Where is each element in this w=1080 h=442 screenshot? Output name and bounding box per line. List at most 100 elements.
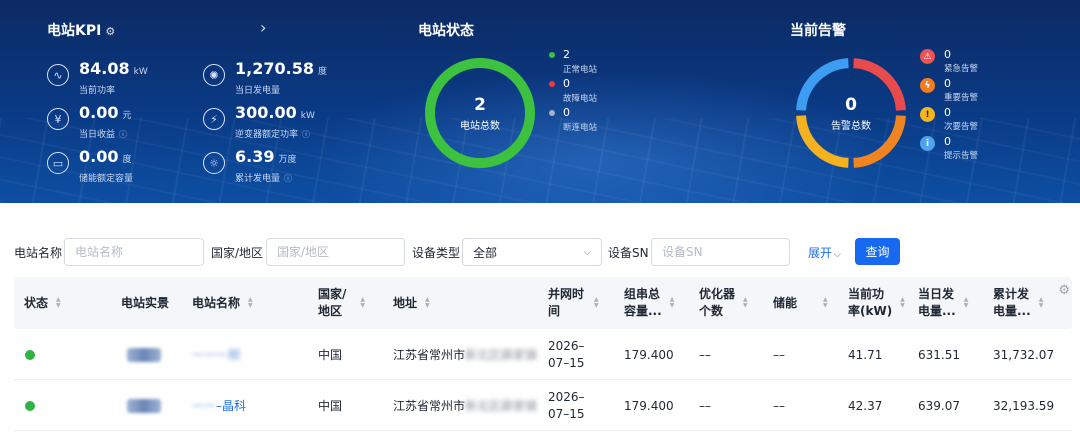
- kpi-settings-icon[interactable]: ⚙: [105, 25, 115, 38]
- table-row[interactable]: 一一 –晶科 中国 江苏省常州市 新北区薛家镇 2026– 07–15 179.400…: [14, 380, 1072, 431]
- cell-date: 07–15: [548, 355, 585, 370]
- legend-label: 故障电站: [563, 94, 598, 104]
- status-normal-icon: [25, 349, 35, 360]
- chevron-down-icon: ⌵: [834, 250, 841, 260]
- cell-capacity: 179.400: [624, 398, 674, 413]
- col-address[interactable]: 地址 ▲ ▼: [393, 277, 430, 329]
- sort-icon[interactable]: ▲ ▼: [823, 297, 828, 309]
- dashboard-banner: 电站KPI ⚙ › ∿ 84.08 kW 当前功率 ✺ 1,270.58 度 当日发电…: [0, 0, 1080, 203]
- kpi-value: 300.00: [235, 103, 297, 122]
- legend-label: 断连电站: [563, 123, 598, 133]
- info-icon[interactable]: ⓘ: [284, 174, 292, 183]
- alarm-label: 次要告警: [944, 122, 979, 132]
- col-status[interactable]: 状态 ▲ ▼: [24, 277, 61, 329]
- kpi-cumulative-energy: ☼ 6.39 万度 累计发电量 ⓘ: [203, 148, 297, 184]
- info-icon[interactable]: ⓘ: [302, 130, 310, 139]
- alarm-value: 0: [944, 48, 951, 61]
- sort-icon[interactable]: ▲ ▼: [360, 297, 365, 309]
- sort-icon[interactable]: ▲ ▼: [964, 297, 969, 309]
- cell-date: 2026–: [548, 338, 585, 353]
- alarm-hint: i 0 提示告警: [920, 135, 978, 161]
- device-sn-input[interactable]: [651, 238, 790, 266]
- alarm-total-label: 告警总数: [831, 120, 871, 132]
- sort-icon[interactable]: ▲ ▼: [900, 297, 905, 309]
- sort-icon[interactable]: ▲ ▼: [56, 297, 61, 309]
- expand-button[interactable]: 展开 ⌵: [808, 244, 841, 261]
- sort-icon[interactable]: ▲ ▼: [248, 297, 253, 309]
- device-type-label: 设备类型: [412, 246, 461, 260]
- kpi-next-chevron-icon[interactable]: ›: [260, 18, 266, 37]
- header-text: 电站实景: [121, 295, 170, 310]
- minor-alarm-icon: !: [920, 107, 935, 122]
- legend-value: 0: [563, 77, 570, 90]
- station-photo-thumbnail[interactable]: [127, 347, 161, 362]
- station-name-input[interactable]: [64, 238, 204, 266]
- alarm-value: 0: [944, 77, 951, 90]
- device-type-select[interactable]: 全部 ⌵: [462, 238, 602, 266]
- header-text: 当日发: [918, 287, 955, 301]
- alarm-total-value: 0: [845, 94, 857, 115]
- kpi-title: 电站KPI ⚙: [47, 20, 115, 40]
- green-dot-icon: [549, 52, 555, 58]
- col-storage[interactable]: 储能 ▲ ▼: [773, 277, 828, 329]
- column-settings-gear-icon[interactable]: ⚙: [1058, 283, 1070, 298]
- sort-icon[interactable]: ▲ ▼: [425, 297, 430, 309]
- col-optimizers[interactable]: 优化器 个数 ▲ ▼: [699, 277, 748, 329]
- sort-icon[interactable]: ▲ ▼: [670, 297, 675, 309]
- header-text: 电量...: [993, 304, 1031, 318]
- station-photo-thumbnail[interactable]: [127, 398, 161, 413]
- col-name[interactable]: 电站名称 ▲ ▼: [192, 277, 253, 329]
- col-current-power[interactable]: 当前功 率(kW) ▲ ▼: [848, 277, 905, 329]
- cell-address-redacted: 新北区薛家镇: [465, 399, 538, 413]
- col-photo: 电站实景: [121, 277, 169, 329]
- alarm-label: 提示告警: [944, 151, 979, 161]
- kpi-storage-capacity: ▭ 0.00 度 储能额定容量: [47, 148, 133, 184]
- cell-capacity: 179.400: [624, 347, 674, 362]
- cell-power: 41.71: [848, 347, 883, 362]
- country-input[interactable]: [266, 238, 405, 266]
- battery-icon: ▭: [47, 152, 69, 174]
- alarm-label: 重要告警: [944, 93, 979, 103]
- kpi-value: 6.39: [235, 147, 275, 166]
- energy-icon: ✺: [203, 64, 225, 86]
- header-text: 间: [548, 304, 561, 318]
- kpi-label: 当日收益: [79, 130, 116, 140]
- header-text: 个数: [699, 304, 724, 318]
- col-country[interactable]: 国家/地区 ▲ ▼: [318, 277, 365, 329]
- kpi-value: 84.08: [79, 59, 130, 78]
- device-type-value: 全部: [473, 245, 498, 260]
- solar-panel-background: [0, 118, 1080, 203]
- header-text: 当前功: [848, 287, 885, 301]
- header-text: 地区: [318, 304, 343, 318]
- header-text: 状态: [24, 295, 49, 310]
- table-row[interactable]: 一一一期 中国 江苏省常州市 新北区薛家镇 2026– 07–15 179.400 …: [14, 329, 1072, 380]
- query-button[interactable]: 查询: [855, 238, 900, 265]
- station-name-link[interactable]: –晶科: [216, 397, 246, 414]
- station-name-link-redacted[interactable]: 一一: [192, 397, 216, 414]
- kpi-unit: kW: [300, 111, 315, 121]
- header-text: 组串总: [624, 287, 661, 301]
- kpi-unit: 万度: [278, 155, 297, 165]
- cell-address-redacted: 新北区薛家镇: [465, 348, 538, 362]
- station-table: 状态 ▲ ▼ 电站实景 电站名称 ▲ ▼ 国家/地区 ▲ ▼ 地址 ▲ ▼ 并网时间 ▲ ▼ 组串总…: [14, 277, 1072, 431]
- sort-icon[interactable]: ▲ ▼: [1039, 297, 1044, 309]
- col-daily-energy[interactable]: 当日发 电量... ▲ ▼: [918, 277, 968, 329]
- kpi-current-power: ∿ 84.08 kW 当前功率: [47, 60, 148, 96]
- cell-storage: ––: [773, 398, 785, 413]
- kpi-label: 储能额定容量: [79, 174, 134, 184]
- kpi-unit: kW: [133, 67, 148, 77]
- sort-icon[interactable]: ▲ ▼: [743, 297, 748, 309]
- cell-date: 2026–: [548, 389, 585, 404]
- cumulative-icon: ☼: [203, 152, 225, 174]
- legend-disconnected-station: 0 断连电站: [549, 106, 597, 133]
- col-grid-date[interactable]: 并网时间 ▲ ▼: [548, 277, 599, 329]
- expand-label: 展开: [808, 246, 833, 260]
- col-total-energy[interactable]: 累计发 电量... ▲ ▼: [993, 277, 1043, 329]
- station-name-link[interactable]: 一一一期: [192, 346, 240, 363]
- info-icon[interactable]: ⓘ: [119, 130, 127, 139]
- kpi-label: 当前功率: [79, 86, 116, 96]
- legend-fault-station: 0 故障电站: [549, 77, 597, 104]
- kpi-daily-energy: ✺ 1,270.58 度 当日发电量: [203, 60, 327, 96]
- col-capacity[interactable]: 组串总 容量... ▲ ▼: [624, 277, 674, 329]
- sort-icon[interactable]: ▲ ▼: [594, 297, 599, 309]
